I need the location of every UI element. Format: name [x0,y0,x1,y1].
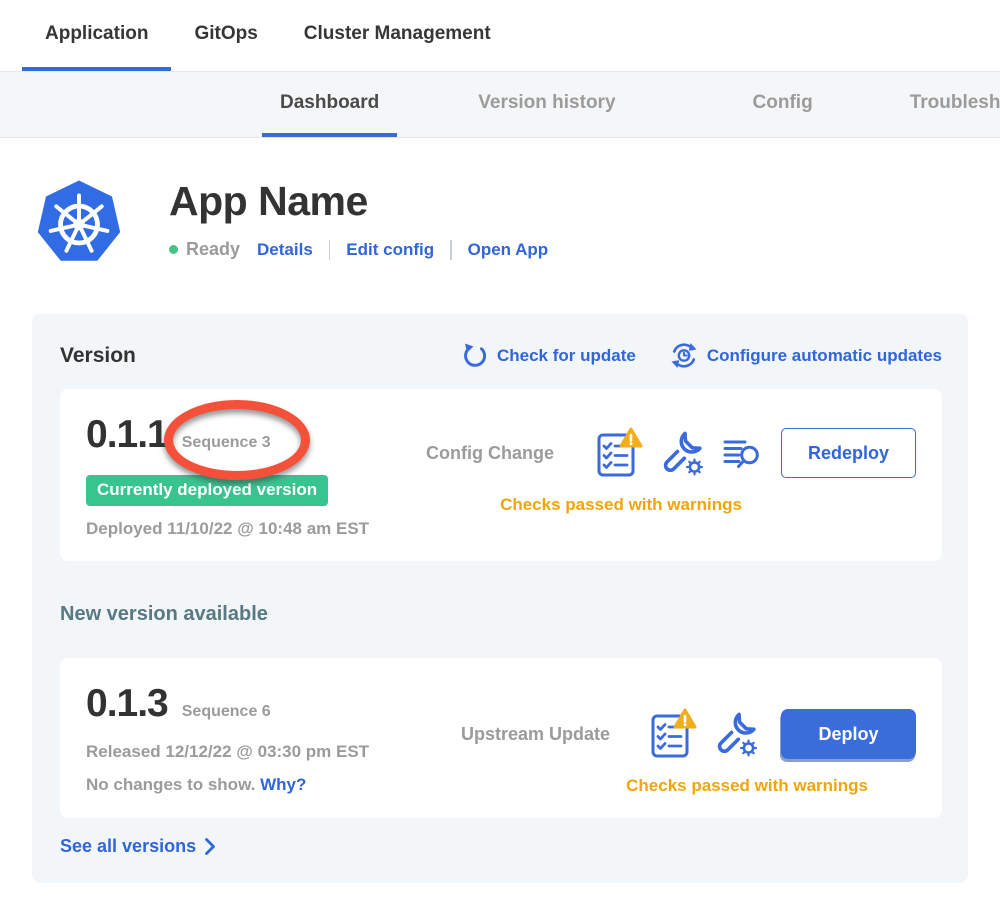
open-app-link[interactable]: Open App [468,240,549,260]
primary-nav: Application GitOps Cluster Management [0,0,1000,72]
configure-automatic-updates-link[interactable]: Configure automatic updates [670,342,942,369]
redeploy-button[interactable]: Redeploy [781,428,916,478]
wrench-gear-icon[interactable] [715,711,759,757]
no-changes-text: No changes to show. [86,775,255,794]
currently-deployed-badge: Currently deployed version [86,475,328,506]
current-sequence-label: Sequence 3 [182,434,271,451]
refresh-icon [462,343,488,369]
tab-application[interactable]: Application [22,0,171,71]
available-sequence-label: Sequence 6 [182,703,271,720]
current-version-card: 0.1.1 Sequence 3 Currently deployed vers… [60,389,942,561]
tab-dashboard[interactable]: Dashboard [262,72,397,137]
clock-refresh-icon [670,342,698,369]
check-for-update-link[interactable]: Check for update [462,343,636,369]
preflight-checks-status: Checks passed with warnings [626,776,868,796]
version-panel-title: Version [60,344,136,368]
new-version-available-heading: New version available [60,603,942,626]
tab-cluster-management[interactable]: Cluster Management [281,0,514,71]
wrench-gear-icon[interactable] [661,430,705,476]
available-version-card: 0.1.3 Sequence 6 Released 12/12/22 @ 03:… [60,658,942,818]
diff-view-icon[interactable] [723,437,759,470]
version-panel: Version Check for update Configure [32,314,968,883]
see-all-versions-link[interactable]: See all versions [60,836,216,857]
app-status-text: Ready [186,239,240,260]
tab-troubleshoot[interactable]: Troubleshoot [892,72,1000,137]
tab-config[interactable]: Config [735,72,831,137]
divider [329,240,331,260]
see-all-versions-label: See all versions [60,836,196,857]
preflight-checklist-warning-icon[interactable] [649,708,697,760]
released-timestamp: Released 12/12/22 @ 03:30 pm EST [86,742,461,762]
available-version-number: 0.1.3 [86,682,168,726]
kubernetes-logo-icon [35,176,123,266]
version-source-label: Config Change [426,443,554,464]
why-link[interactable]: Why? [260,775,306,794]
preflight-checks-status: Checks passed with warnings [500,495,742,515]
app-sub-nav: Dashboard Version history Config Trouble… [0,72,1000,138]
check-for-update-label: Check for update [497,346,636,366]
current-version-number: 0.1.1 [86,413,168,457]
chevron-right-icon [204,837,216,856]
app-name-title: App Name [169,178,548,225]
edit-config-link[interactable]: Edit config [346,240,434,260]
status-ready-dot-icon [169,245,178,254]
version-source-label: Upstream Update [461,724,610,745]
configure-automatic-updates-label: Configure automatic updates [707,346,942,366]
deployed-timestamp: Deployed 11/10/22 @ 10:48 am EST [86,519,426,539]
app-header: App Name Ready Details Edit config Open … [0,138,1000,266]
deploy-button[interactable]: Deploy [781,709,916,759]
tab-gitops[interactable]: GitOps [171,0,280,71]
tab-version-history[interactable]: Version history [460,72,633,137]
details-link[interactable]: Details [257,240,313,260]
divider [450,240,452,260]
preflight-checklist-warning-icon[interactable] [595,427,643,479]
